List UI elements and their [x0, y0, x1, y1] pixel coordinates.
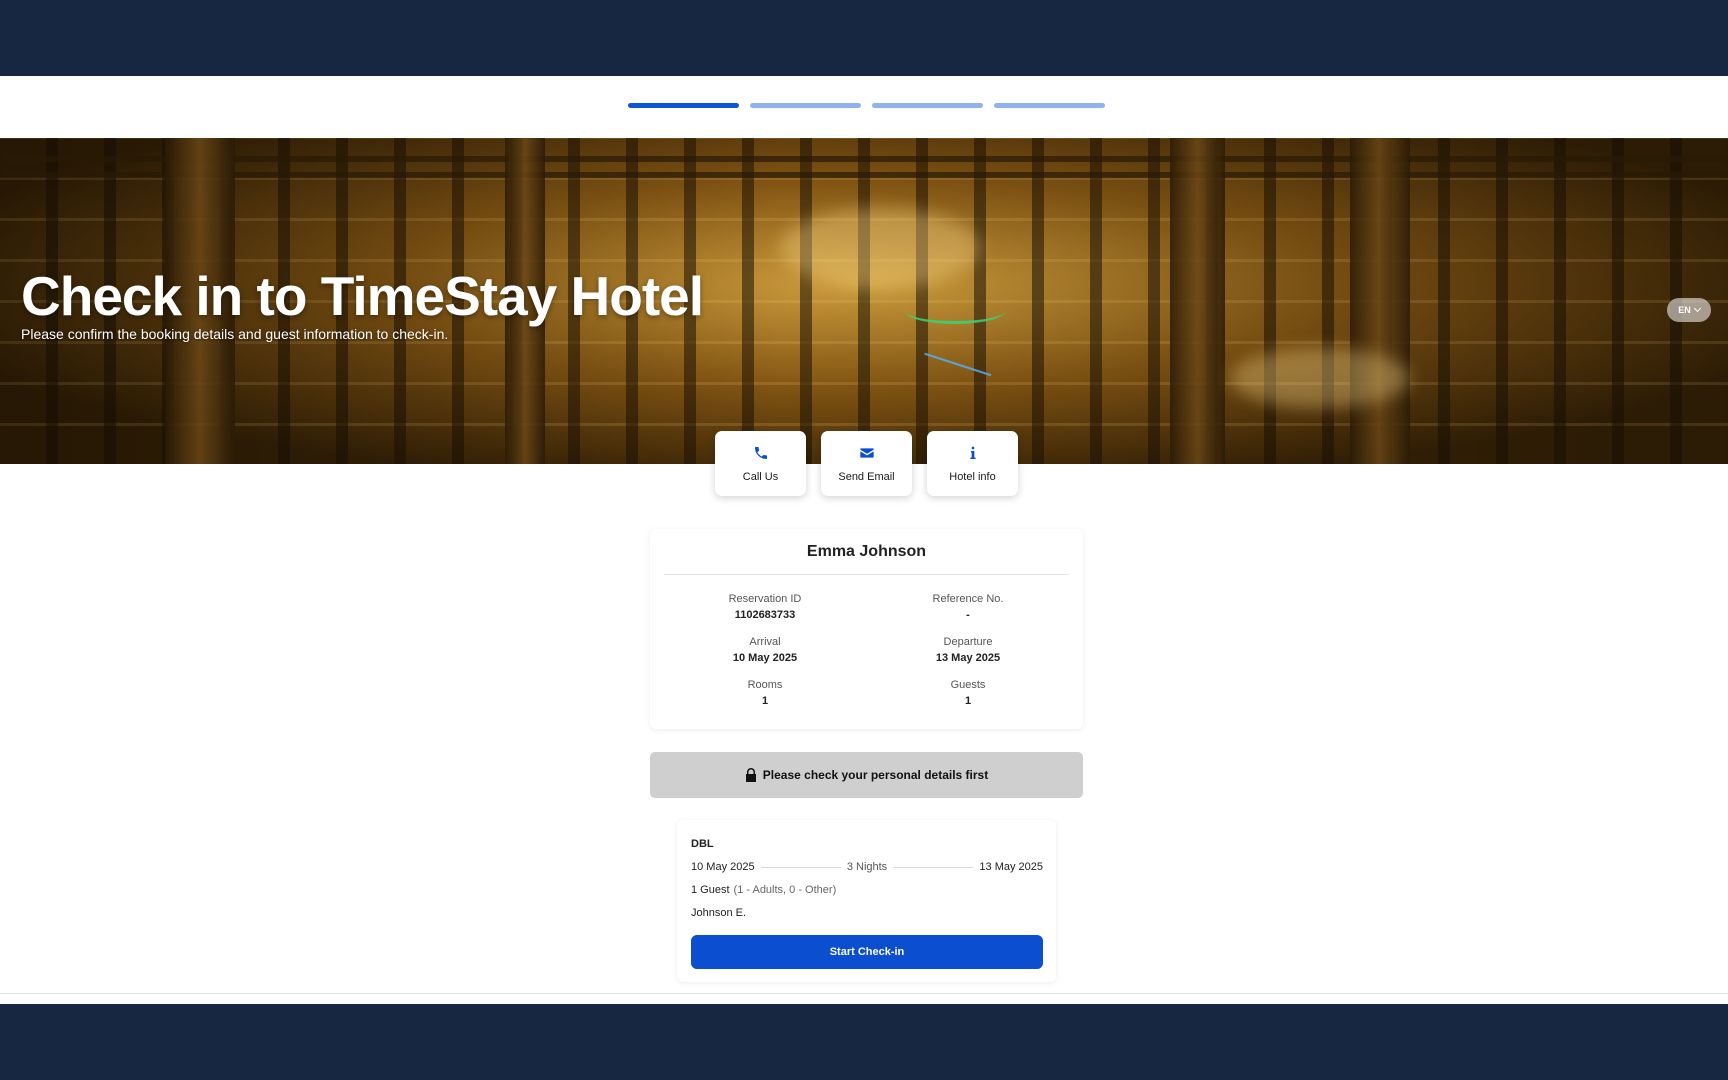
phone-icon: [754, 446, 767, 459]
hero-decor: [0, 156, 1728, 162]
field-label: Reservation ID: [728, 593, 802, 605]
language-selector[interactable]: EN: [1667, 298, 1711, 322]
room-card: DBL 10 May 2025 3 Nights 13 May 2025 1 G…: [677, 820, 1056, 982]
progress-step-2: [750, 103, 861, 108]
field-value: 1: [761, 695, 769, 707]
hero-decor: [918, 352, 992, 394]
hero-decor: [780, 208, 980, 288]
envelope-icon: [859, 447, 874, 458]
divider: [760, 866, 841, 868]
stay-dates: 10 May 2025 3 Nights 13 May 2025: [691, 861, 1043, 873]
divider: [664, 574, 1069, 575]
booking-summary-card: Emma Johnson Reservation ID 1102683733 R…: [650, 529, 1083, 729]
divider: [893, 866, 974, 868]
hero-decor: [1230, 348, 1410, 408]
hero-decor: [1350, 138, 1410, 464]
hero-decor: [1170, 138, 1225, 464]
guest-count: 1 Guest: [691, 884, 730, 896]
field-label: Reference No.: [932, 593, 1004, 605]
bottom-bar: [0, 1004, 1728, 1080]
guests-field: Guests 1: [868, 679, 1068, 707]
arrival-field: Arrival 10 May 2025: [665, 636, 865, 664]
reference-no-field: Reference No. -: [868, 593, 1068, 621]
send-email-label: Send Email: [838, 470, 895, 483]
room-guests: 1 Guest (1 - Adults, 0 - Other): [691, 884, 836, 896]
chevron-down-icon: [1693, 304, 1701, 313]
start-check-in-button[interactable]: Start Check-in: [691, 935, 1043, 969]
call-us-button[interactable]: Call Us: [715, 431, 806, 496]
hotel-info-button[interactable]: Hotel info: [927, 431, 1018, 496]
hero-banner: Check in to TimeStay Hotel Please confir…: [0, 138, 1728, 464]
field-label: Departure: [943, 636, 993, 648]
notice-text: Please check your personal details first: [762, 768, 989, 782]
lock-icon: [745, 768, 756, 782]
send-email-button[interactable]: Send Email: [821, 431, 912, 496]
field-label: Arrival: [749, 636, 781, 648]
hero-decor: [0, 172, 1728, 178]
field-value: 13 May 2025: [935, 652, 1001, 664]
divider: [0, 993, 1728, 994]
top-bar: [0, 0, 1728, 76]
language-value: EN: [1678, 305, 1691, 315]
guest-breakdown: (1 - Adults, 0 - Other): [733, 884, 837, 896]
progress-step-1: [628, 103, 739, 108]
field-value: 1102683733: [734, 609, 796, 621]
room-guest-name: Johnson E.: [691, 907, 747, 919]
hotel-info-label: Hotel info: [949, 470, 996, 483]
field-value: 1: [964, 695, 972, 707]
room-arrival: 10 May 2025: [691, 861, 755, 873]
rooms-field: Rooms 1: [665, 679, 865, 707]
field-label: Rooms: [747, 679, 783, 691]
field-value: -: [966, 609, 970, 621]
room-type: DBL: [691, 838, 714, 850]
contact-actions: Call Us Send Email Hotel info: [715, 431, 1018, 496]
info-icon: [969, 446, 976, 459]
call-us-label: Call Us: [742, 470, 779, 483]
hero-decor: [905, 298, 1005, 324]
reservation-id-field: Reservation ID 1102683733: [665, 593, 865, 621]
nights-count: 3 Nights: [846, 861, 888, 873]
room-departure: 13 May 2025: [979, 861, 1044, 873]
progress-step-4: [994, 103, 1105, 108]
step-progress: [628, 103, 1105, 108]
page-title: Check in to TimeStay Hotel: [21, 265, 704, 327]
progress-step-3: [872, 103, 983, 108]
departure-field: Departure 13 May 2025: [868, 636, 1068, 664]
field-value: 10 May 2025: [732, 652, 798, 664]
page-subtitle: Please confirm the booking details and g…: [21, 326, 449, 342]
guest-name: Emma Johnson: [806, 543, 927, 560]
field-label: Guests: [950, 679, 986, 691]
personal-details-notice[interactable]: Please check your personal details first: [650, 752, 1083, 798]
